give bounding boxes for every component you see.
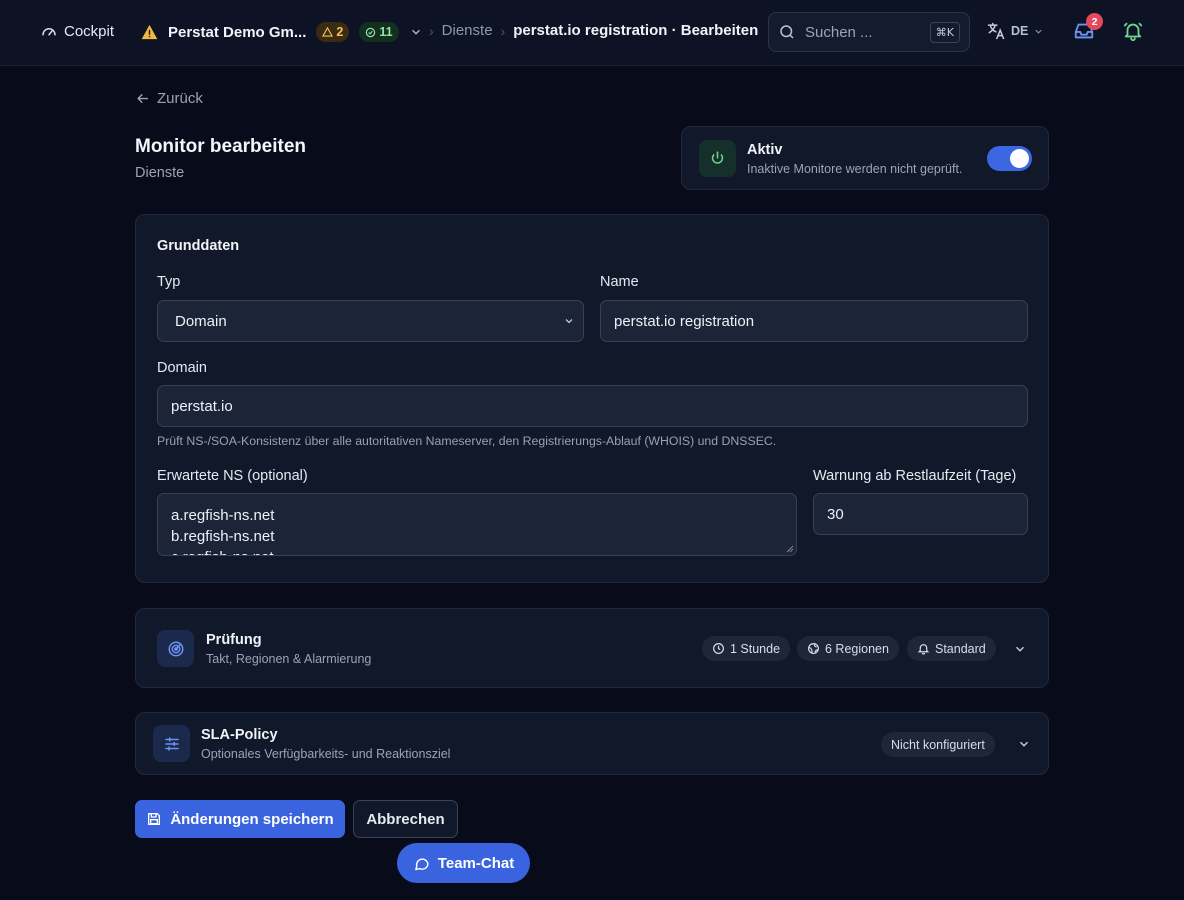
cancel-label: Abbrechen	[366, 810, 445, 828]
interval-value: 1 Stunde	[730, 641, 781, 656]
domain-hint: Prüft NS-/SOA-Konsistenz über alle autor…	[157, 434, 777, 448]
pruefung-section[interactable]: Prüfung Takt, Regionen & Alarmierung 1 S…	[135, 608, 1049, 688]
alerts-button[interactable]	[1122, 20, 1144, 42]
warning-count-badge: 2	[316, 22, 350, 42]
translate-icon	[986, 21, 1006, 41]
chat-bubble-icon	[414, 857, 429, 870]
domain-label: Domain	[157, 360, 207, 376]
domain-field[interactable]: perstat.io	[157, 385, 1028, 427]
back-link[interactable]: Zurück	[135, 90, 203, 107]
active-description: Inaktive Monitore werden nicht geprüft.	[747, 162, 963, 176]
resize-handle-icon[interactable]	[786, 545, 794, 553]
check-circle-icon	[366, 27, 376, 37]
language-code: DE	[1011, 24, 1029, 38]
warning-count: 2	[336, 25, 344, 39]
breadcrumb-parent[interactable]: Dienste	[442, 22, 493, 39]
radar-icon	[157, 630, 194, 667]
warning-triangle-icon	[141, 24, 158, 40]
org-name: Perstat Demo Gm...	[168, 23, 307, 41]
cockpit-label: Cockpit	[64, 22, 115, 40]
chevron-down-icon[interactable]	[1017, 737, 1031, 751]
bell-icon	[917, 644, 930, 655]
language-switcher[interactable]: DE	[986, 21, 1044, 41]
inbox-count-badge: 2	[1086, 13, 1103, 30]
section-title: Grunddaten	[157, 238, 240, 254]
bell-ring-icon	[1122, 20, 1144, 42]
regions-value: 6 Regionen	[825, 641, 889, 656]
ns-line: b.regfish-ns.net	[171, 528, 275, 545]
chevron-down-icon	[565, 319, 573, 324]
sla-status: Nicht konfiguriert	[891, 737, 985, 752]
pruefung-description: Takt, Regionen & Alarmierung	[206, 652, 372, 666]
cockpit-link[interactable]: Cockpit	[40, 22, 114, 40]
power-icon	[699, 140, 736, 177]
org-switcher[interactable]: Perstat Demo Gm... 2 11	[141, 22, 423, 42]
search-placeholder: Suchen ...	[805, 23, 873, 41]
warn-value: 30	[827, 505, 844, 523]
sla-section[interactable]: SLA-Policy Optionales Verfügbarkeits- un…	[135, 712, 1049, 775]
type-value: Domain	[175, 312, 227, 330]
top-bar: Cockpit Perstat Demo Gm... 2 11 › Dienst…	[0, 0, 1184, 66]
name-label: Name	[600, 274, 639, 290]
cancel-button[interactable]: Abbrechen	[353, 800, 458, 838]
regions-chip: 6 Regionen	[797, 636, 899, 661]
chevron-down-icon	[1035, 29, 1043, 34]
warn-days-field[interactable]: 30	[813, 493, 1028, 535]
active-toggle[interactable]	[987, 146, 1032, 171]
team-chat-button[interactable]: Team-Chat	[397, 843, 530, 883]
sla-title: SLA-Policy	[201, 727, 278, 743]
save-button[interactable]: Änderungen speichern	[135, 800, 345, 838]
active-title: Aktiv	[747, 142, 783, 158]
domain-value: perstat.io	[171, 397, 233, 415]
basics-card: Grunddaten Typ Domain Name perstat.io re…	[135, 214, 1049, 583]
type-label: Typ	[157, 274, 181, 290]
arrow-left-icon	[137, 94, 149, 103]
save-label: Änderungen speichern	[170, 810, 334, 828]
gauge-icon	[40, 22, 58, 40]
back-label: Zurück	[157, 90, 203, 107]
chat-label: Team-Chat	[437, 854, 515, 872]
toggle-knob	[1010, 149, 1029, 168]
warn-label: Warnung ab Restlaufzeit (Tage)	[813, 468, 1017, 484]
sliders-icon	[153, 725, 190, 762]
name-field[interactable]: perstat.io registration	[600, 300, 1028, 342]
warning-small-icon	[322, 27, 334, 37]
chevron-right-icon: ›	[500, 22, 506, 39]
ok-count: 11	[379, 25, 393, 39]
search-icon	[778, 23, 796, 41]
page-title: Monitor bearbeiten	[135, 136, 307, 157]
chevron-down-icon[interactable]	[409, 25, 423, 39]
ns-label: Erwartete NS (optional)	[157, 468, 308, 484]
chevron-down-icon[interactable]	[1013, 642, 1027, 656]
search-input[interactable]: Suchen ... ⌘K	[768, 12, 970, 52]
type-select[interactable]: Domain	[157, 300, 584, 342]
breadcrumb-current: perstat.io registration · Bearbeiten	[513, 22, 759, 39]
active-card: Aktiv Inaktive Monitore werden nicht gep…	[681, 126, 1049, 190]
save-icon	[148, 813, 161, 825]
clock-icon	[713, 643, 724, 654]
name-value: perstat.io registration	[614, 312, 755, 330]
alerting-chip: Standard	[907, 636, 996, 661]
page-subtitle: Dienste	[135, 165, 185, 181]
ns-line: c.regfish-ns.net	[171, 547, 783, 555]
pruefung-title: Prüfung	[206, 632, 262, 648]
chevron-right-icon: ›	[429, 22, 434, 39]
interval-chip: 1 Stunde	[702, 636, 791, 661]
alerting-value: Standard	[935, 641, 986, 656]
breadcrumb: › Dienste › perstat.io registration · Be…	[429, 22, 758, 39]
ok-count-badge: 11	[359, 22, 399, 42]
globe-icon	[808, 643, 819, 654]
ns-line: a.regfish-ns.net	[171, 507, 275, 524]
search-shortcut: ⌘K	[929, 21, 960, 43]
ns-textarea[interactable]: a.regfish-ns.net b.regfish-ns.net c.regf…	[157, 493, 797, 556]
sla-status-chip: Nicht konfiguriert	[881, 732, 995, 757]
sla-description: Optionales Verfügbarkeits- und Reaktions…	[201, 747, 451, 761]
